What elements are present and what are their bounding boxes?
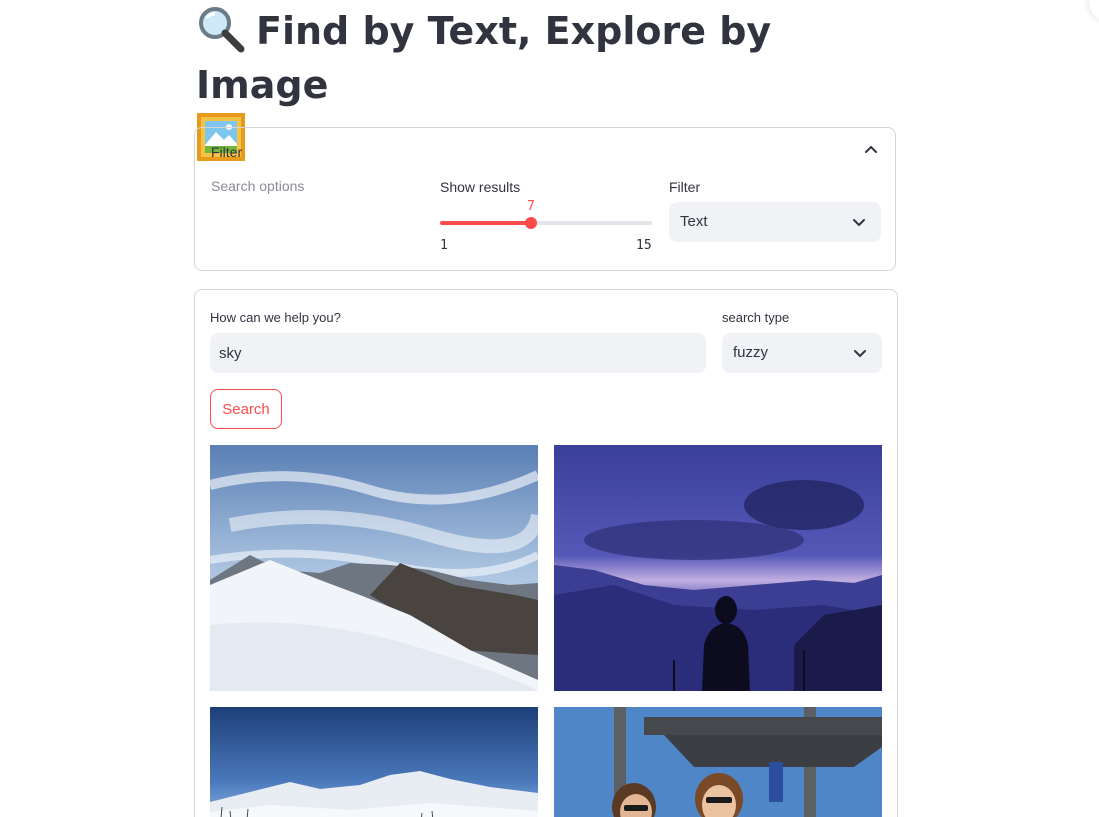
corner-decoration: [1089, 0, 1099, 20]
search-type-select[interactable]: fuzzy: [722, 333, 882, 373]
show-results-slider[interactable]: [440, 217, 652, 229]
slider-min-label: 1: [440, 238, 448, 253]
chevron-down-icon: [853, 219, 865, 227]
search-button[interactable]: Search: [210, 389, 282, 429]
chevron-up-icon[interactable]: [863, 142, 879, 158]
search-form: How can we help you? search type fuzzy S…: [194, 289, 898, 817]
search-type-value: fuzzy: [733, 344, 769, 361]
slider-fill: [440, 221, 531, 225]
blue-sky-snowy-hills-image[interactable]: [210, 707, 538, 817]
search-input[interactable]: [210, 333, 706, 373]
page-title-text: Find by Text, Explore by Image: [196, 9, 772, 107]
filter-select[interactable]: Text: [669, 202, 881, 242]
slider-thumb[interactable]: [524, 217, 537, 229]
slider-max-label: 15: [636, 238, 652, 253]
chevron-down-icon: [854, 350, 866, 358]
page: Find by Text, Explore by Image Filter Se…: [0, 0, 1099, 817]
search-options-label: Search options: [211, 178, 305, 194]
show-results-label: Show results: [440, 179, 521, 195]
filter-label: Filter: [669, 179, 701, 195]
filter-select-value: Text: [680, 213, 708, 230]
filter-expander: Filter Search options Show results 7 1 1…: [194, 127, 896, 271]
search-type-label: search type: [722, 310, 790, 325]
ski-lift-people-image[interactable]: [554, 707, 882, 817]
magnifier-icon: [199, 7, 245, 53]
purple-dusk-mountain-silhouette-image[interactable]: [554, 445, 882, 691]
snowy-mountain-sky-image[interactable]: [210, 445, 538, 691]
slider-value: 7: [527, 199, 535, 214]
query-label: How can we help you?: [210, 310, 341, 325]
expander-label: Filter: [211, 144, 243, 160]
